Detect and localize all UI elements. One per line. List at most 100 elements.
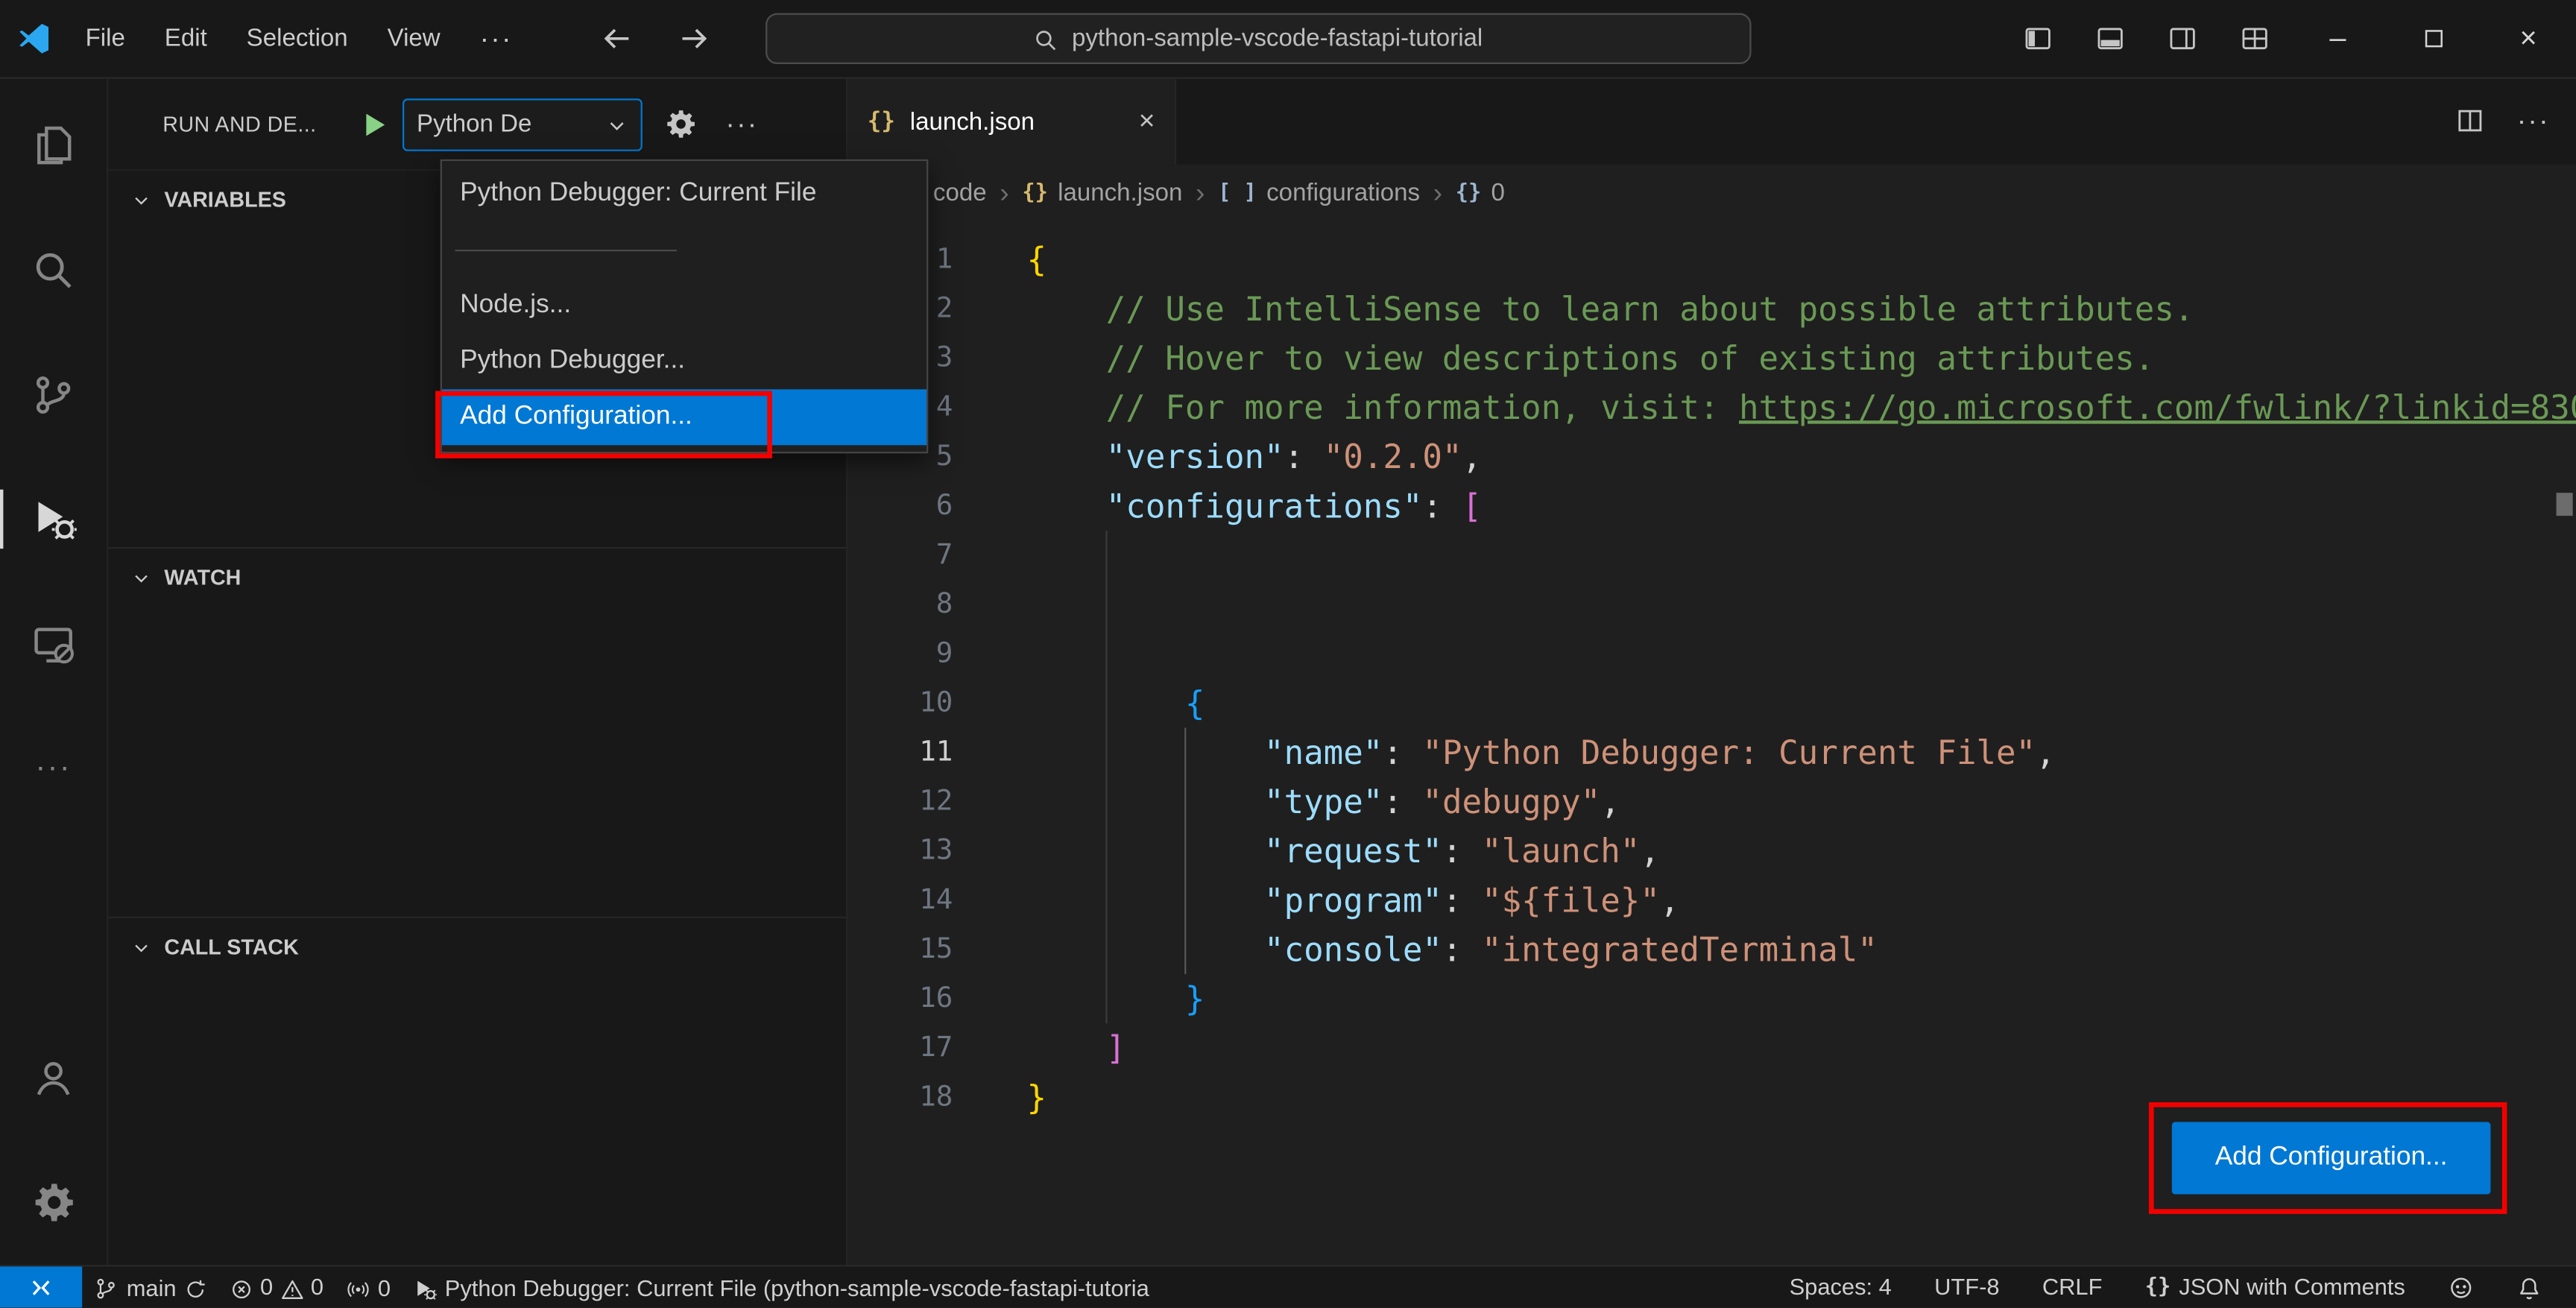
call-stack-section-header[interactable]: CALL STACK (108, 918, 846, 974)
line-number[interactable]: 7 (847, 531, 953, 580)
indentation-status-item[interactable]: Spaces: 4 (1768, 1274, 1913, 1300)
code-token: "name" (1264, 733, 1383, 772)
customize-layout-icon[interactable] (2218, 0, 2291, 78)
breadcrumb-file[interactable]: {} launch.json (1022, 179, 1182, 206)
line-number[interactable]: 9 (847, 629, 953, 678)
line-content: "name": "Python Debugger: Current File", (953, 727, 2056, 777)
search-sidebar-icon[interactable] (0, 207, 107, 332)
debug-icon (414, 1274, 437, 1301)
branch-status-item[interactable]: main (82, 1266, 219, 1307)
error-count: 0 (260, 1274, 274, 1301)
line-number[interactable]: 6 (847, 481, 953, 531)
window-minimize-icon[interactable]: – (2291, 0, 2386, 78)
code-line[interactable]: 5 "version": "0.2.0", (847, 432, 2576, 481)
menu-selection[interactable]: Selection (227, 13, 367, 64)
code-line[interactable]: 18} (847, 1072, 2576, 1122)
json-brackets-icon: {} (2144, 1274, 2171, 1300)
array-symbol-icon: [ ] (1218, 180, 1257, 206)
settings-gear-icon[interactable] (0, 1140, 107, 1266)
breadcrumb-symbol-configurations[interactable]: [ ] configurations (1218, 179, 1420, 206)
breadcrumb: code › {} launch.json › [ ] configuratio… (847, 164, 2576, 221)
code-line[interactable]: 2 // Use IntelliSense to learn about pos… (847, 284, 2576, 333)
run-and-debug-icon[interactable] (0, 457, 107, 582)
window-close-icon[interactable]: × (2481, 0, 2576, 78)
dropdown-item-node-js[interactable]: Node.js... (442, 277, 926, 333)
toggle-primary-sidebar-icon[interactable] (2001, 0, 2074, 78)
line-content (953, 580, 1026, 629)
line-number[interactable]: 16 (847, 974, 953, 1023)
eol-status-item[interactable]: CRLF (2021, 1274, 2124, 1300)
line-number[interactable]: 11 (847, 727, 953, 777)
code-line[interactable]: 3 // Hover to view descriptions of exist… (847, 333, 2576, 382)
add-configuration-button[interactable]: Add Configuration... (2171, 1122, 2491, 1195)
dropdown-item-python-debugger-current-file[interactable]: Python Debugger: Current File (442, 166, 926, 222)
copilot-status-item[interactable] (2426, 1273, 2496, 1301)
debug-toolbar: RUN AND DE... Python De ··· (108, 79, 846, 169)
code-line[interactable]: 4 // For more information, visit: https:… (847, 383, 2576, 432)
tab-launch-json[interactable]: {} launch.json × (847, 78, 1177, 165)
line-number[interactable]: 18 (847, 1072, 953, 1122)
code-token: { (1026, 239, 1047, 279)
window-maximize-icon[interactable] (2385, 0, 2481, 78)
debug-configuration-select[interactable]: Python De (402, 98, 642, 151)
language-mode-status-item[interactable]: {} JSON with Comments (2124, 1274, 2426, 1300)
source-control-icon[interactable] (0, 332, 107, 457)
debug-config-status-item[interactable]: Python Debugger: Current File (python-sa… (402, 1266, 1161, 1307)
start-debugging-button[interactable] (359, 110, 389, 139)
code-line[interactable]: 1{ (847, 235, 2576, 284)
menu-view[interactable]: View (367, 13, 460, 64)
command-center-search[interactable]: python-sample-vscode-fastapi-tutorial (765, 13, 1752, 64)
line-number[interactable]: 12 (847, 777, 953, 827)
line-number[interactable]: 17 (847, 1023, 953, 1072)
explorer-icon[interactable] (0, 82, 107, 207)
encoding-status-item[interactable]: UTF-8 (1913, 1274, 2021, 1300)
more-views-icon[interactable]: ··· (0, 707, 107, 832)
code-token: // For more information, visit: (1026, 388, 1740, 428)
breadcrumb-symbol-0[interactable]: {} 0 (1456, 179, 1505, 206)
remote-indicator[interactable] (0, 1266, 83, 1308)
go-forward-icon[interactable] (678, 23, 710, 54)
accounts-icon[interactable] (0, 1015, 107, 1140)
menu-more-icon[interactable]: ··· (460, 13, 532, 64)
line-number[interactable]: 10 (847, 678, 953, 727)
line-number[interactable]: 8 (847, 580, 953, 629)
command-center-text: python-sample-vscode-fastapi-tutorial (1072, 25, 1483, 53)
remote-explorer-icon[interactable] (0, 581, 107, 707)
debug-views-more-icon[interactable]: ··· (725, 107, 758, 140)
chevron-down-icon (131, 186, 151, 211)
code-token: "configurations" (1105, 486, 1423, 526)
eol-label: CRLF (2042, 1274, 2103, 1301)
dropdown-item-add-configuration[interactable]: Add Configuration... (441, 389, 927, 446)
ports-status-item[interactable]: 0 (335, 1266, 402, 1307)
line-number[interactable]: 15 (847, 925, 953, 974)
toggle-panel-icon[interactable] (2074, 0, 2146, 78)
code-line[interactable]: 6 "configurations": [ (847, 481, 2576, 531)
menu-file[interactable]: File (66, 13, 145, 64)
editor-more-actions-icon[interactable]: ··· (2517, 105, 2550, 138)
notifications-status-item[interactable] (2496, 1273, 2563, 1301)
problems-status-item[interactable]: 0 0 (219, 1266, 335, 1307)
code-editor[interactable]: 1{2 // Use IntelliSense to learn about p… (847, 222, 2576, 1266)
line-number[interactable]: 13 (847, 827, 953, 876)
go-back-icon[interactable] (602, 23, 633, 54)
code-token: : (1383, 733, 1423, 772)
tab-close-icon[interactable]: × (1139, 105, 1155, 138)
split-editor-icon[interactable] (2456, 107, 2484, 136)
dropdown-item-python-debugger[interactable]: Python Debugger... (442, 333, 926, 389)
sync-icon[interactable] (185, 1274, 208, 1301)
status-bar-right: Spaces: 4 UTF-8 CRLF {} JSON with Commen… (1768, 1273, 2576, 1301)
line-number[interactable]: 14 (847, 876, 953, 925)
toggle-secondary-sidebar-icon[interactable] (2146, 0, 2218, 78)
title-bar: File Edit Selection View ··· python-samp… (0, 0, 2576, 79)
editor-actions: ··· (2456, 79, 2576, 165)
breadcrumb-folder[interactable]: code (933, 179, 987, 206)
code-token: "0.2.0" (1323, 437, 1462, 477)
menu-edit[interactable]: Edit (145, 13, 227, 64)
watch-section-header[interactable]: WATCH (108, 549, 846, 604)
debug-config-dropdown-popup: Python Debugger: Current File Node.js... P… (435, 159, 929, 458)
code-line[interactable]: 17 ] (847, 1023, 2576, 1072)
open-launch-json-gear-icon[interactable] (665, 108, 696, 139)
watch-section: WATCH (108, 546, 847, 917)
